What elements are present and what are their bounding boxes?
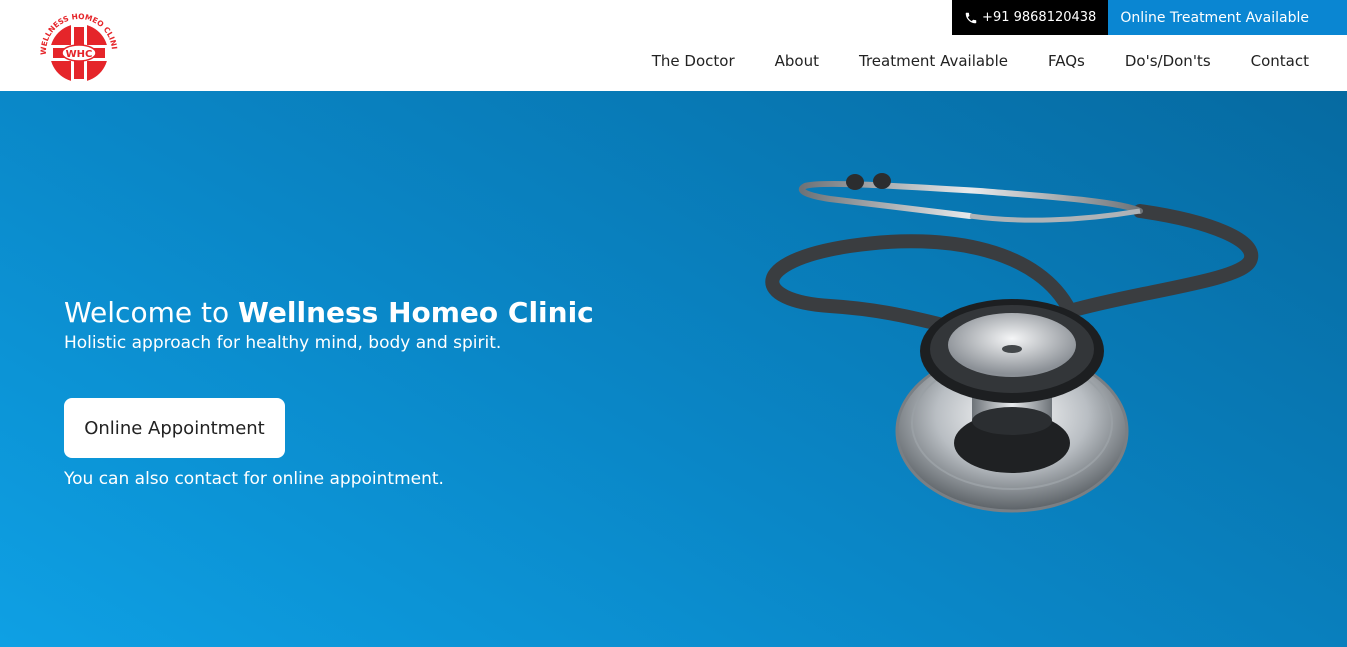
online-treatment-link[interactable]: Online Treatment Available xyxy=(1108,0,1347,35)
hero-heading: Welcome to Wellness Homeo Clinic xyxy=(64,294,594,332)
hero-heading-brand: Wellness Homeo Clinic xyxy=(238,296,594,329)
hero-heading-prefix: Welcome to xyxy=(64,296,238,329)
logo-badge-text: WHC xyxy=(66,49,93,60)
main-nav: The Doctor About Treatment Available FAQ… xyxy=(652,52,1309,70)
hero-banner: Welcome to Wellness Homeo Clinic Holisti… xyxy=(0,91,1347,647)
nav-about[interactable]: About xyxy=(775,52,819,70)
site-header: WELLNESS HOMEO CLINIC WHC +91 9868120438… xyxy=(0,0,1347,91)
contact-note: You can also contact for online appointm… xyxy=(64,469,444,489)
nav-the-doctor[interactable]: The Doctor xyxy=(652,52,735,70)
nav-treatment-available[interactable]: Treatment Available xyxy=(859,52,1008,70)
clinic-logo[interactable]: WELLNESS HOMEO CLINIC WHC xyxy=(38,8,120,84)
stethoscope-image xyxy=(765,173,1259,513)
phone-number: +91 9868120438 xyxy=(982,10,1097,25)
online-appointment-button[interactable]: Online Appointment xyxy=(64,398,285,458)
nav-faqs[interactable]: FAQs xyxy=(1048,52,1085,70)
top-bar: +91 9868120438 Online Treatment Availabl… xyxy=(952,0,1347,35)
phone-contact[interactable]: +91 9868120438 xyxy=(952,0,1109,35)
nav-contact[interactable]: Contact xyxy=(1251,52,1309,70)
nav-dos-donts[interactable]: Do's/Don'ts xyxy=(1125,52,1211,70)
phone-icon xyxy=(965,12,977,23)
hero-tagline: Holistic approach for healthy mind, body… xyxy=(64,333,502,353)
hero-text: Welcome to Wellness Homeo Clinic Holisti… xyxy=(64,294,594,353)
